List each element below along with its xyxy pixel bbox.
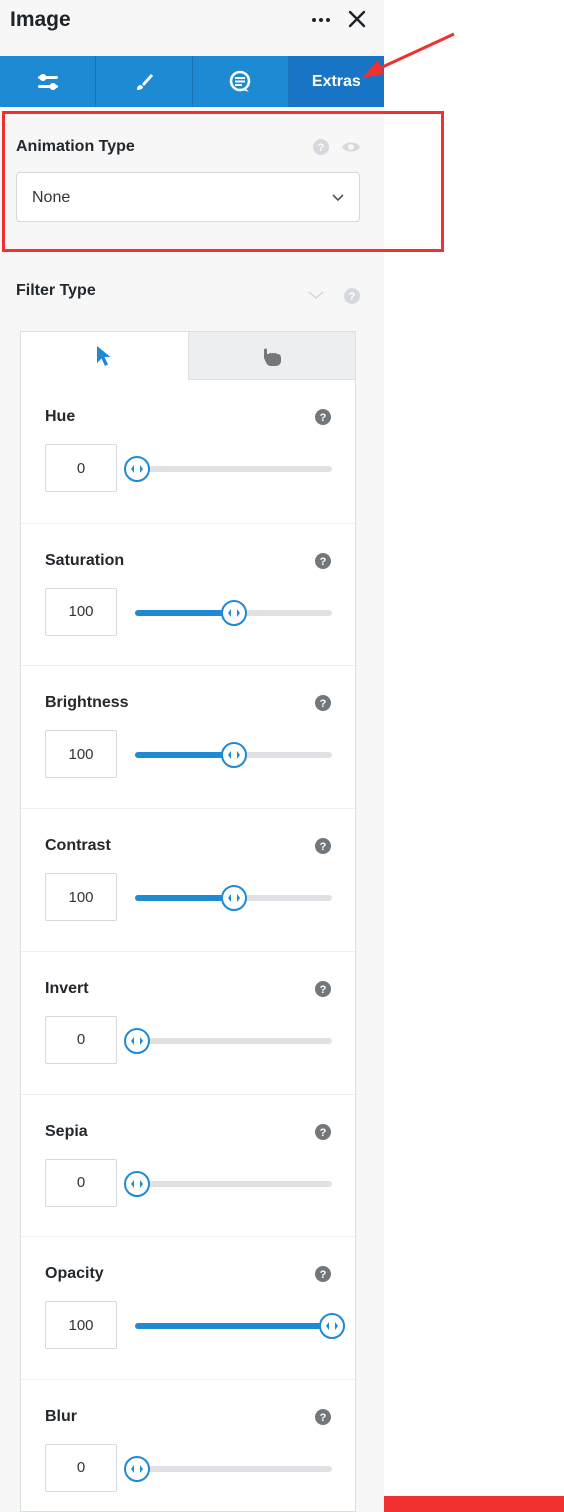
svg-text:?: ? (320, 556, 327, 568)
tab-normal[interactable] (21, 332, 188, 380)
svg-text:?: ? (320, 412, 327, 424)
svg-text:?: ? (320, 1412, 327, 1424)
help-icon[interactable]: ? (315, 695, 331, 712)
resize-arrows-icon (131, 1464, 143, 1473)
panel-tabs: Extras (0, 56, 384, 107)
more-dot (319, 18, 323, 22)
state-tabs (21, 332, 355, 380)
chat-bubble-icon (229, 70, 251, 92)
close-icon[interactable] (344, 6, 370, 32)
help-icon[interactable]: ? (315, 409, 331, 425)
panel-header: Image (0, 0, 384, 56)
filter-row-sepia: Sepia? 0 (21, 1093, 355, 1236)
filter-slider[interactable] (135, 1313, 345, 1340)
brush-icon (136, 73, 153, 90)
filter-label: Blur (45, 1407, 77, 1425)
filter-slider[interactable] (124, 1027, 332, 1054)
more-dot (326, 18, 330, 22)
slider-fill (135, 895, 234, 902)
resize-arrows-icon (131, 465, 143, 473)
filter-label: Saturation (45, 551, 125, 569)
resize-arrows-icon (131, 1179, 143, 1188)
hand-icon (263, 348, 281, 366)
help-icon[interactable]: ? (315, 1266, 331, 1283)
chevron-down-icon[interactable] (307, 288, 325, 302)
highlight-box (2, 111, 444, 252)
filter-row-contrast: Contrast? 100 (21, 808, 355, 950)
filter-slider[interactable] (135, 885, 332, 912)
tab-general[interactable] (0, 56, 97, 107)
filter-value-input[interactable]: 100 (45, 730, 117, 779)
filter-label: Brightness (45, 694, 129, 712)
filter-row-blur: Blur? 0 (21, 1378, 355, 1512)
filter-type-label: Filter Type (16, 282, 96, 299)
filter-slider[interactable] (135, 742, 332, 769)
red-bar (384, 1496, 564, 1512)
resize-arrows-icon (228, 751, 240, 760)
filter-value-input[interactable]: 0 (45, 1015, 117, 1064)
filter-value-input[interactable]: 0 (45, 444, 117, 492)
svg-text:?: ? (320, 984, 327, 996)
help-icon[interactable]: ? (344, 288, 360, 304)
sliders-icon (37, 73, 58, 90)
filter-type-section: Filter Type ? (0, 268, 384, 318)
filter-value-input[interactable]: 0 (45, 1443, 117, 1492)
help-icon[interactable]: ? (315, 838, 331, 855)
filter-row-brightness: Brightness? 100 (21, 665, 355, 807)
svg-text:?: ? (349, 291, 356, 303)
more-options-button[interactable] (308, 8, 334, 32)
resize-arrows-icon (326, 1322, 338, 1331)
help-icon[interactable]: ? (315, 1408, 331, 1425)
slider-handle[interactable] (124, 1455, 150, 1482)
filter-row-hue: Hue? 0 (21, 380, 355, 522)
filter-row-saturation: Saturation? 100 (21, 522, 355, 665)
resize-arrows-icon (228, 608, 240, 617)
help-icon[interactable]: ? (315, 1123, 331, 1140)
filter-label: Hue (45, 408, 76, 425)
cursor-icon (97, 346, 111, 366)
tab-style[interactable] (96, 56, 193, 107)
slider-fill (135, 752, 234, 759)
slider-handle[interactable] (124, 456, 150, 482)
filter-row-invert: Invert? 0 (21, 950, 355, 1093)
filter-value-input[interactable]: 100 (45, 587, 117, 636)
filter-value-input[interactable]: 0 (45, 1158, 117, 1207)
slider-handle[interactable] (221, 742, 247, 769)
filter-controls: Hue? 0 Saturation? 100 Brightness? 100 Contras… (20, 331, 356, 1512)
slider-handle[interactable] (319, 1313, 345, 1340)
more-dots-icon (312, 18, 316, 22)
tab-advanced[interactable] (193, 56, 289, 107)
tab-hover[interactable] (187, 332, 355, 380)
filter-slider[interactable] (124, 1170, 332, 1197)
resize-arrows-icon (131, 1036, 143, 1045)
filter-label: Sepia (45, 1122, 88, 1140)
filter-row-opacity: Opacity? 100 (21, 1236, 355, 1378)
filter-value-input[interactable]: 100 (45, 1301, 117, 1350)
filter-label: Invert (45, 979, 89, 997)
resize-arrows-icon (228, 894, 240, 903)
filter-slider[interactable] (124, 1455, 332, 1482)
svg-text:?: ? (320, 698, 327, 710)
help-icon[interactable]: ? (315, 552, 331, 569)
svg-text:?: ? (320, 1269, 327, 1281)
filter-slider[interactable] (124, 456, 332, 482)
svg-text:?: ? (320, 1127, 327, 1139)
arrow-annotation (362, 32, 455, 78)
slider-fill (135, 609, 234, 616)
help-icon[interactable]: ? (315, 980, 331, 997)
slider-fill (135, 1323, 332, 1330)
panel-title: Image (10, 8, 71, 31)
svg-text:?: ? (320, 841, 327, 853)
filter-label: Contrast (45, 837, 111, 855)
filter-value-input[interactable]: 100 (45, 873, 117, 922)
slider-handle[interactable] (124, 1170, 150, 1197)
filter-label: Opacity (45, 1265, 104, 1283)
slider-handle[interactable] (124, 1027, 150, 1054)
filter-slider[interactable] (135, 599, 332, 626)
slider-handle[interactable] (221, 599, 247, 626)
slider-handle[interactable] (221, 885, 247, 912)
